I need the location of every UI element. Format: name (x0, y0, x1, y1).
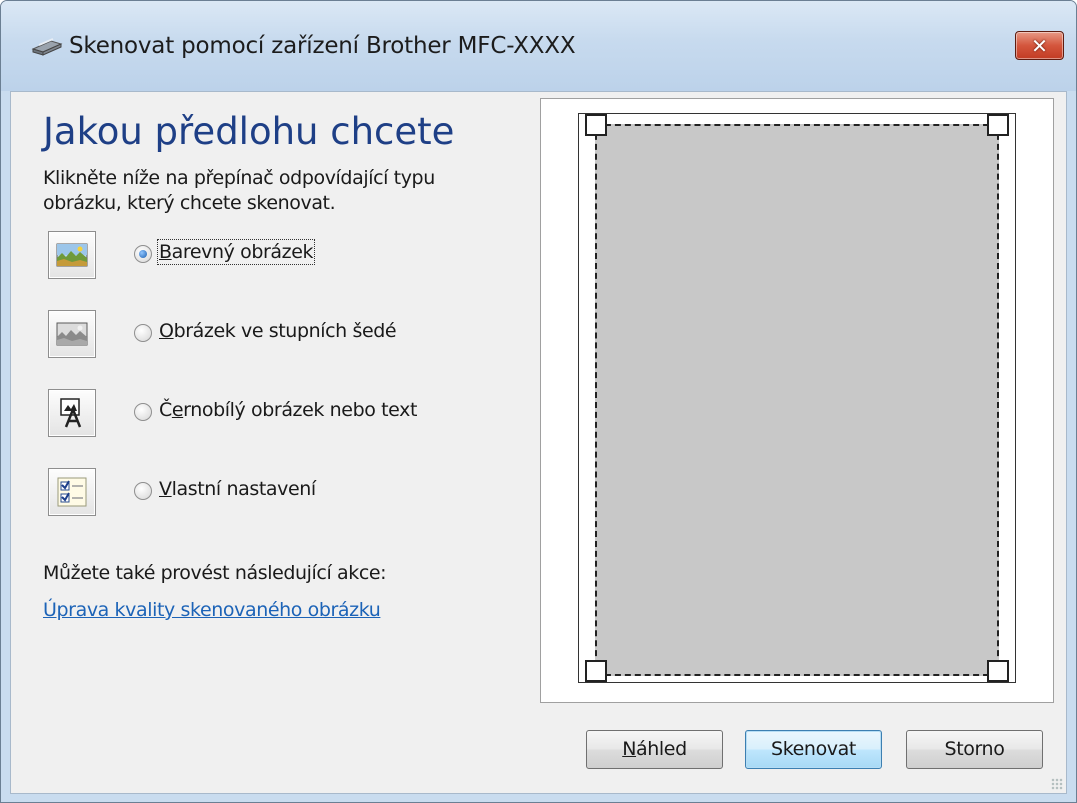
option-color-picture[interactable]: Barevný obrázek (48, 231, 488, 279)
dialog-client-area: Jakou předlohu chcete Klikněte níže na p… (10, 91, 1067, 794)
option-label-black-white-text[interactable]: Černobílý obrázek nebo text (159, 399, 417, 421)
scan-dialog-window: Skenovat pomocí zařízení Brother MFC-XXX… (0, 0, 1077, 803)
crop-handle-bottom-right[interactable] (987, 660, 1009, 682)
scanner-icon (31, 38, 63, 56)
title-bar[interactable]: Skenovat pomocí zařízení Brother MFC-XXX… (1, 1, 1076, 91)
option-label-custom-settings[interactable]: Vlastní nastavení (159, 478, 316, 500)
crop-handle-top-right[interactable] (987, 114, 1009, 136)
grayscale-picture-icon[interactable] (48, 310, 96, 358)
radio-grayscale-picture[interactable] (134, 324, 152, 342)
window-title: Skenovat pomocí zařízení Brother MFC-XXX… (69, 33, 576, 59)
instructions-text: Klikněte níže na přepínač odpovídající t… (43, 167, 435, 214)
preview-pane (540, 98, 1054, 703)
custom-settings-icon[interactable] (48, 468, 96, 516)
cancel-button[interactable]: Storno (906, 730, 1043, 769)
close-icon: ✕ (1031, 34, 1048, 58)
black-white-text-icon[interactable] (48, 389, 96, 437)
crop-handle-top-left[interactable] (585, 114, 607, 136)
option-label-grayscale-picture[interactable]: Obrázek ve stupních šedé (159, 320, 397, 342)
option-label-color-picture[interactable]: Barevný obrázek (156, 239, 316, 265)
close-button[interactable]: ✕ (1015, 31, 1064, 60)
preview-button[interactable]: Náhled (586, 730, 723, 769)
option-grayscale-picture[interactable]: Obrázek ve stupních šedé (48, 310, 488, 358)
crop-handle-bottom-left[interactable] (585, 660, 607, 682)
resize-grip[interactable] (1051, 778, 1063, 790)
crop-area[interactable] (595, 124, 999, 676)
scan-button[interactable]: Skenovat (745, 730, 882, 769)
option-black-white-text[interactable]: Černobílý obrázek nebo text (48, 389, 488, 437)
page-title: Jakou předlohu chcete (43, 110, 455, 153)
radio-custom-settings[interactable] (134, 482, 152, 500)
also-actions-text: Můžete také provést následující akce: (43, 562, 387, 584)
color-picture-icon[interactable] (48, 231, 96, 279)
adjust-quality-link[interactable]: Úprava kvality skenovaného obrázku (43, 599, 381, 621)
radio-black-white-text[interactable] (134, 403, 152, 421)
radio-color-picture[interactable] (134, 245, 152, 263)
preview-page (578, 113, 1016, 683)
option-custom-settings[interactable]: Vlastní nastavení (48, 468, 488, 516)
